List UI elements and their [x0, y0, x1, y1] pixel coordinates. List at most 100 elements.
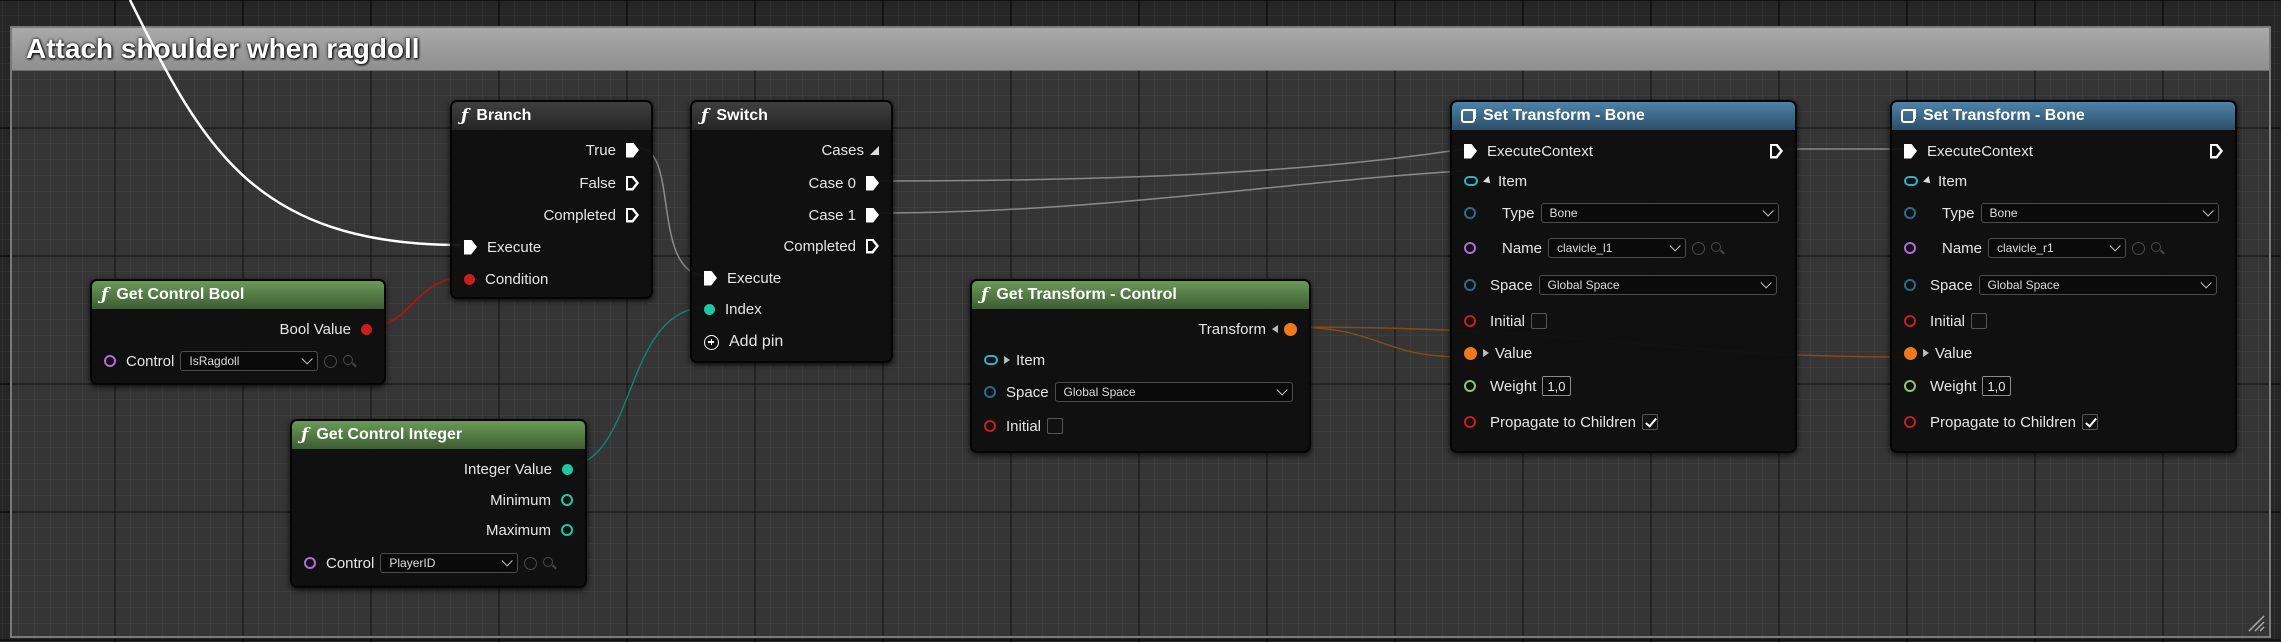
- get-control-integer-node[interactable]: ƒ Get Control Integer Integer Value Mini…: [290, 419, 587, 588]
- execute-context-in-pin[interactable]: [1904, 143, 1917, 159]
- completed-exec-pin[interactable]: [626, 208, 639, 223]
- collapse-arrow-icon[interactable]: [1483, 176, 1493, 186]
- bool-value-pin[interactable]: [361, 323, 372, 335]
- type-dropdown[interactable]: Bone: [1540, 203, 1779, 223]
- branch-node[interactable]: ƒ Branch True False Completed Execute Co…: [450, 100, 653, 299]
- initial-pin[interactable]: [984, 420, 996, 432]
- add-pin-button[interactable]: Add pin: [704, 332, 783, 352]
- minimum-pin[interactable]: [561, 494, 573, 506]
- set-transform-bone-node-2[interactable]: Set Transform - Bone ExecuteContext Item…: [1890, 100, 2237, 453]
- condition-pin[interactable]: [464, 273, 475, 285]
- get-control-bool-header[interactable]: ƒ Get Control Bool: [92, 281, 384, 309]
- array-expand-icon[interactable]: [870, 145, 879, 155]
- space-dropdown-value: Global Space: [1547, 278, 1620, 292]
- search-icon[interactable]: [1711, 242, 1723, 254]
- space-dropdown[interactable]: Global Space: [1978, 275, 2217, 295]
- weight-pin[interactable]: [1464, 380, 1476, 392]
- name-pin[interactable]: [1904, 242, 1916, 254]
- branch-header[interactable]: ƒ Branch: [452, 102, 651, 130]
- weight-input[interactable]: 1,0: [1982, 376, 2011, 396]
- control-dropdown[interactable]: IsRagdoll: [180, 351, 319, 371]
- search-icon[interactable]: [543, 557, 555, 569]
- transform-pin[interactable]: [1284, 322, 1297, 336]
- control-name-pin[interactable]: [104, 355, 116, 367]
- false-exec-pin[interactable]: [626, 176, 639, 191]
- use-selected-icon[interactable]: [524, 556, 538, 570]
- initial-pin[interactable]: [1904, 315, 1916, 327]
- get-control-integer-header[interactable]: ƒ Get Control Integer: [292, 421, 585, 449]
- exec-wire-case1[interactable]: [878, 170, 1465, 214]
- case-0-exec-pin[interactable]: [866, 175, 879, 191]
- type-label: Type: [1502, 204, 1535, 222]
- control-name-pin[interactable]: [304, 557, 316, 569]
- expand-arrow-icon[interactable]: [1483, 349, 1489, 357]
- space-label: Space: [1006, 383, 1049, 401]
- set-transform-bone-header[interactable]: Set Transform - Bone: [1452, 102, 1795, 130]
- use-selected-icon[interactable]: [324, 354, 338, 368]
- execute-pin[interactable]: [464, 239, 477, 255]
- search-icon[interactable]: [343, 355, 355, 367]
- propagate-pin[interactable]: [1904, 416, 1916, 428]
- search-icon[interactable]: [2151, 242, 2163, 254]
- switch-header[interactable]: ƒ Switch: [692, 102, 891, 130]
- integer-value-pin[interactable]: [562, 463, 573, 475]
- type-dropdown[interactable]: Bone: [1980, 203, 2219, 223]
- transform-wire-1[interactable]: [1291, 326, 1464, 358]
- execute-context-in-pin[interactable]: [1464, 143, 1477, 159]
- index-pin[interactable]: [704, 303, 715, 315]
- control-dropdown[interactable]: PlayerID: [380, 553, 519, 573]
- type-pin[interactable]: [1464, 207, 1476, 219]
- name-dropdown[interactable]: clavicle_l1: [1548, 238, 1687, 258]
- minimum-label: Minimum: [490, 491, 551, 509]
- get-transform-control-node[interactable]: ƒ Get Transform - Control Transform Item…: [970, 279, 1311, 453]
- propagate-pin[interactable]: [1464, 416, 1476, 428]
- get-control-bool-node[interactable]: ƒ Get Control Bool Bool Value Control Is…: [90, 279, 386, 385]
- type-pin[interactable]: [1904, 207, 1916, 219]
- space-pin[interactable]: [1464, 279, 1476, 291]
- get-transform-control-header[interactable]: ƒ Get Transform - Control: [972, 281, 1309, 309]
- propagate-checkbox[interactable]: [1641, 414, 1658, 430]
- space-pin[interactable]: [984, 386, 996, 398]
- space-pin[interactable]: [1904, 279, 1916, 291]
- set-transform-bone-header[interactable]: Set Transform - Bone: [1892, 102, 2235, 130]
- collapse-arrow-icon[interactable]: [1923, 176, 1933, 186]
- true-exec-pin[interactable]: [626, 142, 639, 158]
- space-dropdown[interactable]: Global Space: [1054, 382, 1293, 402]
- weight-input[interactable]: 1,0: [1542, 376, 1571, 396]
- execute-context-label: ExecuteContext: [1927, 142, 2033, 160]
- initial-checkbox[interactable]: [1531, 313, 1548, 329]
- function-icon: ƒ: [301, 425, 309, 445]
- exec-wire-incoming[interactable]: [128, 0, 461, 247]
- expand-arrow-icon[interactable]: [1272, 325, 1278, 333]
- propagate-checkbox[interactable]: [2081, 414, 2098, 430]
- expand-arrow-icon[interactable]: [1923, 349, 1929, 357]
- execute-pin[interactable]: [704, 270, 717, 286]
- item-pin[interactable]: [984, 355, 998, 365]
- initial-checkbox[interactable]: [1971, 313, 1988, 329]
- value-pin[interactable]: [1464, 346, 1477, 360]
- value-pin[interactable]: [1904, 346, 1917, 360]
- initial-pin[interactable]: [1464, 315, 1476, 327]
- item-label: Item: [1938, 172, 1968, 190]
- case-1-exec-pin[interactable]: [866, 207, 879, 223]
- space-dropdown[interactable]: Global Space: [1538, 275, 1777, 295]
- completed-exec-pin[interactable]: [866, 239, 879, 254]
- set-transform-bone-node-1[interactable]: Set Transform - Bone ExecuteContext Item…: [1450, 100, 1797, 453]
- item-pin[interactable]: [1464, 176, 1478, 186]
- use-selected-icon[interactable]: [1692, 241, 1706, 255]
- name-pin[interactable]: [1464, 242, 1476, 254]
- weight-pin[interactable]: [1904, 380, 1916, 392]
- switch-node[interactable]: ƒ Switch Cases Case 0 Case 1 Completed E…: [690, 100, 893, 363]
- item-pin[interactable]: [1904, 176, 1918, 186]
- maximum-pin[interactable]: [561, 524, 573, 536]
- execute-context-out-pin[interactable]: [2210, 144, 2223, 159]
- completed-label: Completed: [543, 206, 616, 224]
- propagate-label: Propagate to Children: [1490, 413, 1636, 431]
- name-dropdown[interactable]: clavicle_r1: [1988, 238, 2127, 258]
- expand-arrow-icon[interactable]: [1004, 356, 1010, 364]
- execute-context-out-pin[interactable]: [1770, 144, 1783, 159]
- exec-wire-case0[interactable]: [878, 148, 1465, 182]
- weight-label: Weight: [1930, 377, 1977, 395]
- initial-checkbox[interactable]: [1047, 418, 1064, 434]
- use-selected-icon[interactable]: [2132, 241, 2146, 255]
